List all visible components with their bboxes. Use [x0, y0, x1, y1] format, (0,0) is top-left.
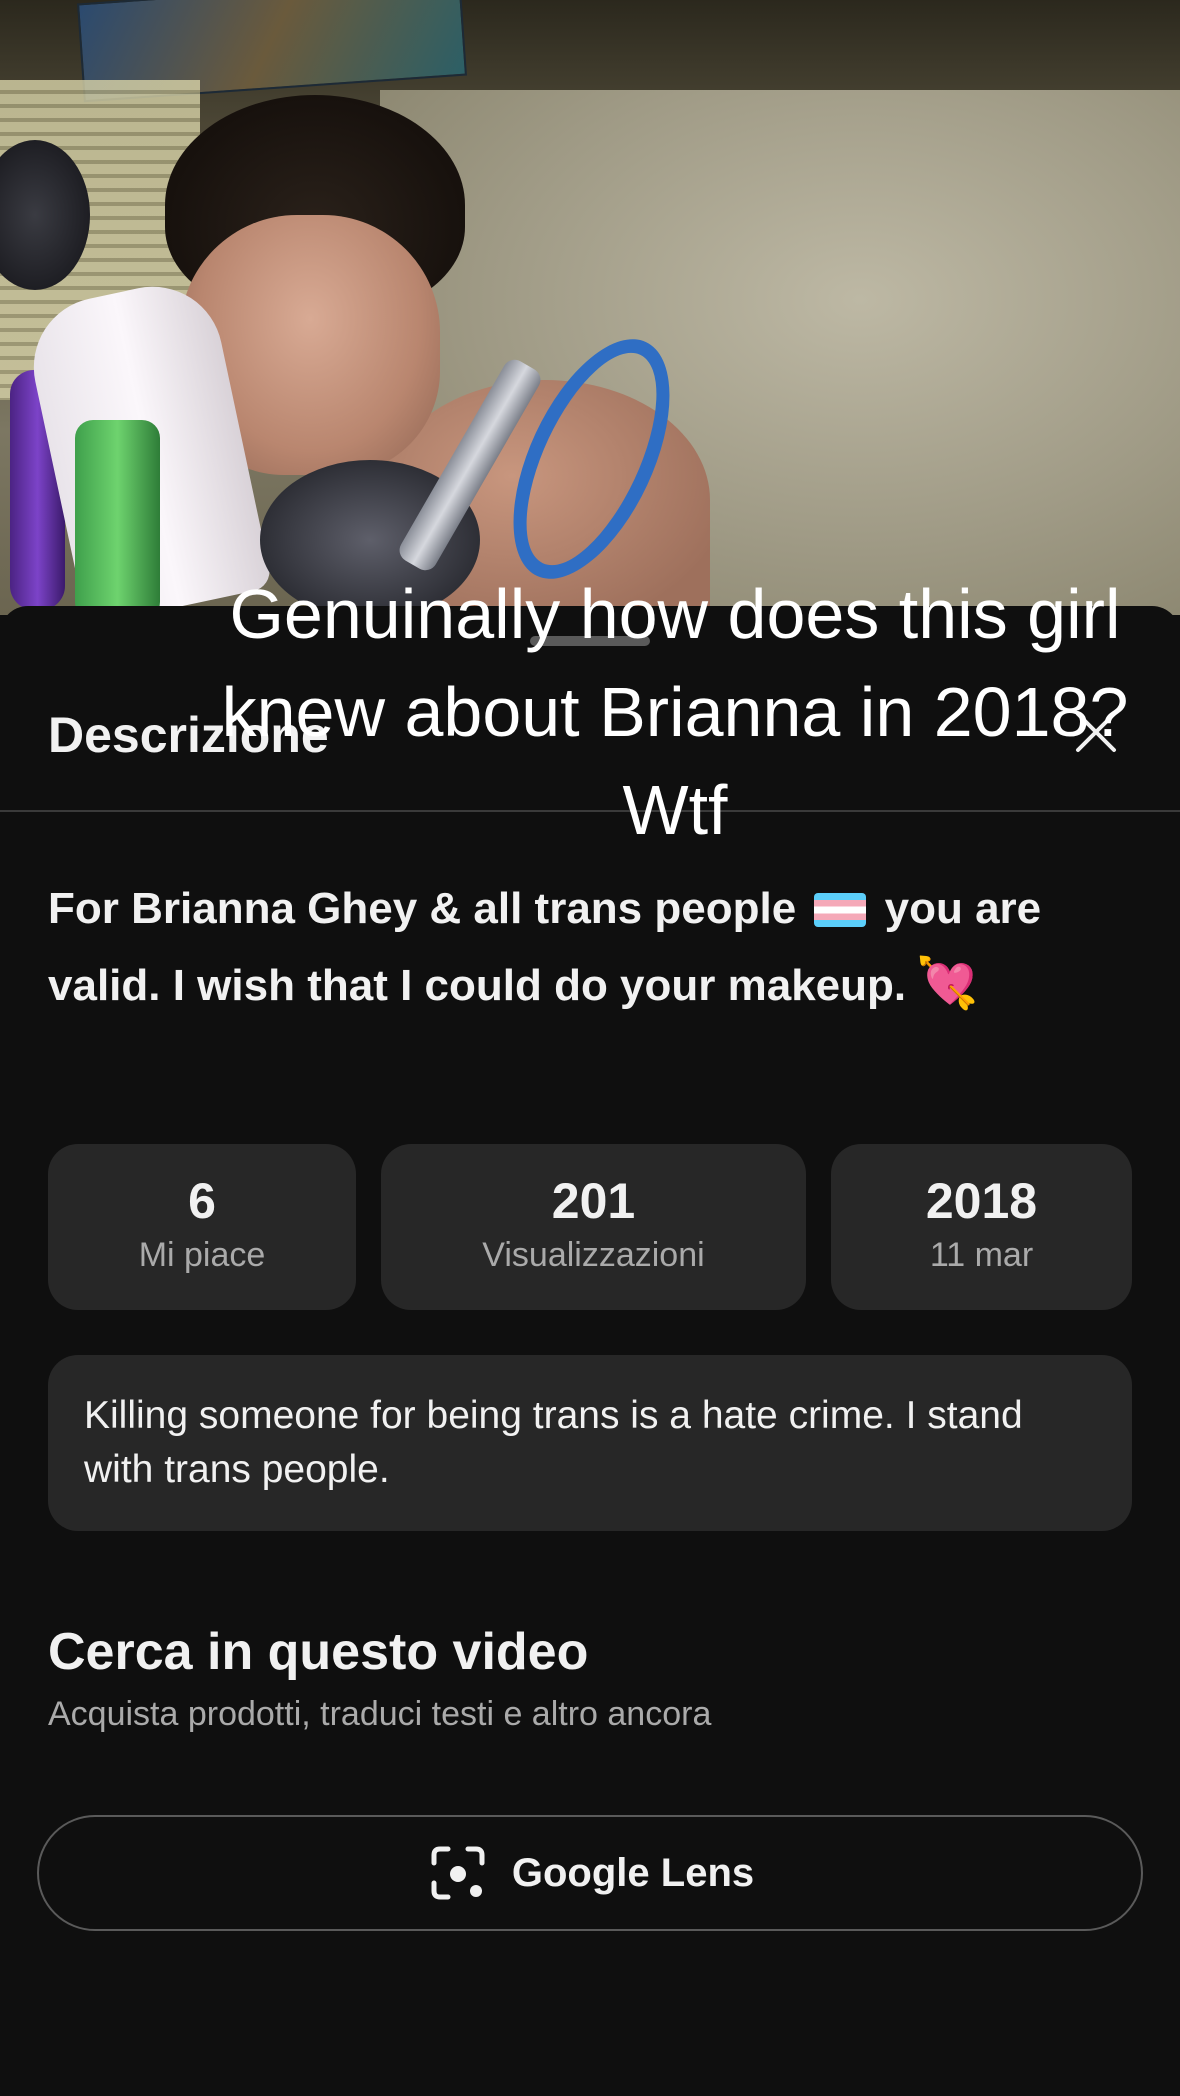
description-comment: Killing someone for being trans is a hat… — [48, 1355, 1132, 1531]
google-lens-button[interactable]: Google Lens — [37, 1815, 1143, 1931]
date-stat: 2018 11 mar — [831, 1144, 1132, 1310]
description-part1: For Brianna Ghey & all trans people — [48, 884, 809, 933]
search-subtitle: Acquista prodotti, traduci testi e altro… — [48, 1695, 712, 1733]
search-heading: Cerca in questo video — [48, 1623, 589, 1681]
date-year: 2018 — [925, 1173, 1038, 1229]
transgender-flag-icon — [814, 893, 867, 927]
date-day: 11 mar — [929, 1236, 1034, 1274]
google-lens-label: Google Lens — [511, 1850, 755, 1895]
views-stat: 201 Visualizzazioni — [381, 1144, 806, 1310]
green-bottle — [75, 420, 160, 615]
video-description: For Brianna Ghey & all trans people you … — [48, 872, 1128, 1023]
views-label: Visualizzazioni — [482, 1236, 705, 1274]
google-lens-icon — [431, 1846, 485, 1900]
likes-label: Mi piace — [138, 1236, 266, 1274]
likes-count: 6 — [188, 1173, 216, 1229]
likes-stat: 6 Mi piace — [48, 1144, 356, 1310]
overlay-caption: Genuinally how does this girl knew about… — [221, 575, 1129, 849]
video-thumbnail[interactable] — [0, 0, 1180, 615]
heart-with-arrow-icon: 💘 — [916, 955, 979, 1011]
views-count: 201 — [551, 1173, 636, 1229]
